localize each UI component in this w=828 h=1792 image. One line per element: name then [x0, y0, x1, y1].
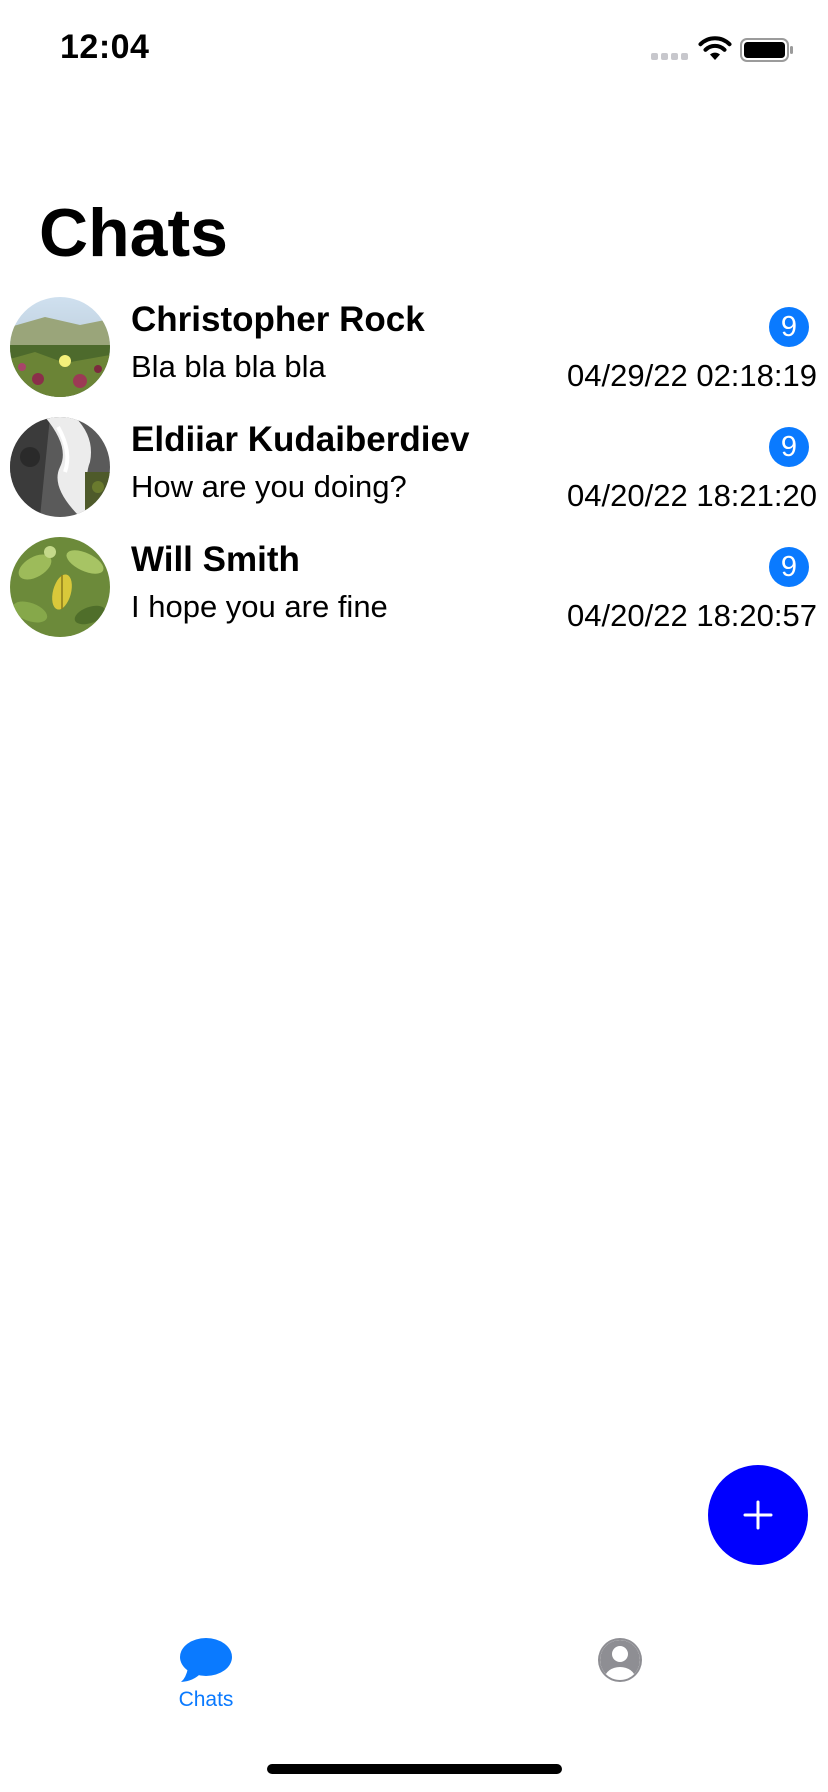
chat-bubble-icon [180, 1638, 232, 1682]
chat-row-eldiiar-kudaiberdiev[interactable]: Eldiiar Kudaiberdiev How are you doing? … [0, 413, 828, 533]
chat-last-message: I hope you are fine [131, 589, 388, 624]
chat-timestamp: 04/29/22 02:18:19 [567, 358, 817, 393]
person-circle-icon [598, 1638, 642, 1682]
chat-row-will-smith[interactable]: Will Smith I hope you are fine 9 04/20/2… [0, 533, 828, 653]
avatar [10, 417, 110, 517]
chat-name: Eldiiar Kudaiberdiev [131, 420, 470, 459]
chat-last-message: Bla bla bla bla [131, 349, 326, 384]
battery-icon [740, 38, 793, 62]
chat-name: Will Smith [131, 540, 300, 579]
chat-list: Christopher Rock Bla bla bla bla 9 04/29… [0, 293, 828, 653]
unread-count-badge: 9 [769, 427, 809, 467]
avatar [10, 297, 110, 397]
new-chat-button[interactable] [708, 1465, 808, 1565]
chat-name: Christopher Rock [131, 300, 425, 339]
unread-count-badge: 9 [769, 547, 809, 587]
tab-label: Chats [178, 1688, 234, 1711]
page-title: Chats [39, 195, 228, 271]
chat-timestamp: 04/20/22 18:20:57 [567, 598, 817, 633]
chat-row-christopher-rock[interactable]: Christopher Rock Bla bla bla bla 9 04/29… [0, 293, 828, 413]
status-time: 12:04 [60, 28, 150, 66]
wifi-icon [698, 36, 732, 60]
chat-last-message: How are you doing? [131, 469, 407, 504]
tab-chats[interactable]: Chats [158, 1636, 254, 1712]
unread-count-badge: 9 [769, 307, 809, 347]
avatar [10, 537, 110, 637]
tab-profile[interactable] [591, 1636, 649, 1684]
home-indicator [267, 1764, 562, 1774]
chat-timestamp: 04/20/22 18:21:20 [567, 478, 817, 513]
cellular-signal-icon [651, 53, 688, 60]
plus-icon [743, 1500, 773, 1530]
chats-screen: 12:04 Chats Christopher Rock Bla bla bla… [0, 0, 828, 1792]
